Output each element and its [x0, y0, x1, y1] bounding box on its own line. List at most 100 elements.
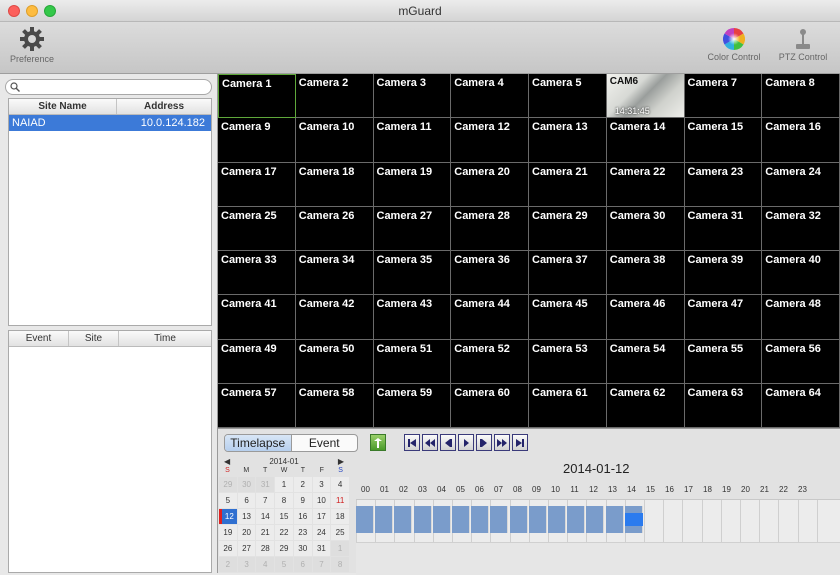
recorded-segment[interactable] — [528, 506, 547, 533]
calendar-day[interactable]: 28 — [256, 541, 275, 556]
camera-tile[interactable]: Camera 51 — [373, 339, 452, 384]
calendar-day[interactable]: 4 — [331, 477, 349, 492]
recorded-segment[interactable] — [452, 506, 470, 533]
calendar-day[interactable]: 9 — [293, 493, 312, 508]
column-address[interactable]: Address — [117, 99, 211, 114]
calendar-day[interactable]: 17 — [312, 509, 331, 524]
calendar-day[interactable]: 8 — [275, 493, 293, 508]
camera-tile[interactable]: Camera 2 — [295, 74, 374, 119]
camera-tile-live[interactable]: CAM6 14:31:45 — [606, 74, 685, 119]
camera-tile[interactable]: Camera 36 — [451, 251, 529, 296]
previous-month-button[interactable]: ◀ — [224, 457, 230, 466]
column-site-name[interactable]: Site Name — [9, 99, 117, 114]
camera-tile[interactable]: Camera 49 — [218, 339, 296, 384]
camera-tile[interactable]: Camera 25 — [218, 206, 296, 251]
camera-tile[interactable]: Camera 62 — [606, 383, 685, 428]
recorded-segment[interactable] — [413, 506, 432, 533]
camera-tile[interactable]: Camera 54 — [606, 339, 685, 384]
camera-tile[interactable]: Camera 1 — [218, 74, 296, 119]
calendar-day[interactable]: 25 — [331, 525, 349, 540]
camera-tile[interactable]: Camera 32 — [762, 206, 840, 251]
camera-tile[interactable]: Camera 50 — [295, 339, 374, 384]
camera-tile[interactable]: Camera 42 — [295, 295, 374, 340]
column-site[interactable]: Site — [69, 331, 119, 346]
calendar-day-selected[interactable]: 12 — [219, 509, 237, 524]
camera-tile[interactable]: Camera 21 — [529, 162, 607, 207]
calendar-day[interactable]: 24 — [312, 525, 331, 540]
camera-tile[interactable]: Camera 52 — [451, 339, 529, 384]
camera-tile[interactable]: Camera 44 — [451, 295, 529, 340]
calendar-day[interactable]: 5 — [219, 493, 237, 508]
calendar-day[interactable]: 27 — [237, 541, 256, 556]
calendar-day[interactable]: 22 — [275, 525, 293, 540]
camera-tile[interactable]: Camera 23 — [684, 162, 763, 207]
calendar-day[interactable]: 29 — [219, 477, 237, 492]
camera-tile[interactable]: Camera 11 — [373, 118, 452, 163]
calendar-day[interactable]: 21 — [256, 525, 275, 540]
step-forward-button[interactable] — [476, 434, 492, 451]
recorded-segment[interactable] — [471, 506, 490, 533]
calendar-day[interactable]: 13 — [237, 509, 256, 524]
site-search-field[interactable] — [5, 79, 212, 95]
calendar-day[interactable]: 18 — [331, 509, 349, 524]
camera-tile[interactable]: Camera 30 — [606, 206, 685, 251]
ptz-control-button[interactable]: PTZ Control — [770, 28, 836, 62]
camera-tile[interactable]: Camera 28 — [451, 206, 529, 251]
camera-tile[interactable]: Camera 34 — [295, 251, 374, 296]
camera-tile[interactable]: Camera 35 — [373, 251, 452, 296]
camera-tile[interactable]: Camera 61 — [529, 383, 607, 428]
camera-tile[interactable]: Camera 7 — [684, 74, 763, 119]
camera-tile[interactable]: Camera 53 — [529, 339, 607, 384]
camera-tile[interactable]: Camera 22 — [606, 162, 685, 207]
camera-tile[interactable]: Camera 58 — [295, 383, 374, 428]
camera-tile[interactable]: Camera 24 — [762, 162, 840, 207]
next-month-button[interactable]: ▶ — [338, 457, 344, 466]
calendar-day[interactable]: 2 — [293, 477, 312, 492]
recorded-segment[interactable] — [586, 506, 605, 533]
camera-tile[interactable]: Camera 39 — [684, 251, 763, 296]
recorded-segment[interactable] — [509, 506, 528, 533]
calendar-day[interactable]: 6 — [237, 493, 256, 508]
camera-tile[interactable]: Camera 19 — [373, 162, 452, 207]
calendar-day[interactable]: 8 — [331, 557, 349, 572]
calendar-day[interactable]: 14 — [256, 509, 275, 524]
camera-tile[interactable]: Camera 43 — [373, 295, 452, 340]
camera-tile[interactable]: Camera 3 — [373, 74, 452, 119]
camera-tile[interactable]: Camera 56 — [762, 339, 840, 384]
calendar-day[interactable]: 1 — [275, 477, 293, 492]
fast-forward-button[interactable] — [494, 434, 510, 451]
tab-timelapse[interactable]: Timelapse — [225, 435, 292, 451]
tab-event[interactable]: Event — [292, 435, 358, 451]
calendar-day[interactable]: 26 — [219, 541, 237, 556]
calendar-day[interactable]: 6 — [293, 557, 312, 572]
calendar-day[interactable]: 7 — [312, 557, 331, 572]
playback-cursor[interactable] — [624, 513, 643, 526]
recorded-segment[interactable] — [432, 506, 451, 533]
step-back-button[interactable] — [440, 434, 456, 451]
recorded-segment[interactable] — [490, 506, 509, 533]
column-event[interactable]: Event — [9, 331, 69, 346]
fast-rewind-button[interactable] — [422, 434, 438, 451]
calendar-day[interactable]: 19 — [219, 525, 237, 540]
camera-tile[interactable]: Camera 20 — [451, 162, 529, 207]
calendar-day[interactable]: 3 — [237, 557, 256, 572]
camera-tile[interactable]: Camera 31 — [684, 206, 763, 251]
camera-tile[interactable]: Camera 55 — [684, 339, 763, 384]
camera-tile[interactable]: Camera 47 — [684, 295, 763, 340]
camera-tile[interactable]: Camera 10 — [295, 118, 374, 163]
calendar-day[interactable]: 4 — [256, 557, 275, 572]
camera-tile[interactable]: Camera 59 — [373, 383, 452, 428]
camera-tile[interactable]: Camera 37 — [529, 251, 607, 296]
camera-tile[interactable]: Camera 40 — [762, 251, 840, 296]
calendar-day[interactable]: 30 — [293, 541, 312, 556]
camera-tile[interactable]: Camera 41 — [218, 295, 296, 340]
calendar-day[interactable]: 15 — [275, 509, 293, 524]
camera-tile[interactable]: Camera 57 — [218, 383, 296, 428]
calendar-day[interactable]: 2 — [219, 557, 237, 572]
camera-tile[interactable]: Camera 45 — [529, 295, 607, 340]
last-button[interactable] — [512, 434, 528, 451]
calendar-day[interactable]: 16 — [293, 509, 312, 524]
calendar-day[interactable]: 23 — [293, 525, 312, 540]
first-button[interactable] — [404, 434, 420, 451]
camera-tile[interactable]: Camera 60 — [451, 383, 529, 428]
